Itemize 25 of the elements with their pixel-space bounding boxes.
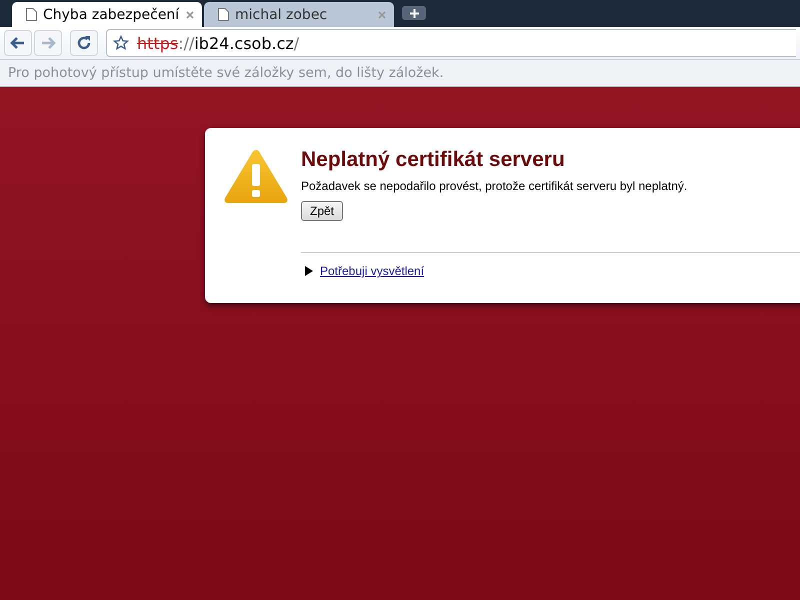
details-link[interactable]: Potřebuji vysvětlení bbox=[320, 264, 424, 278]
warning-icon bbox=[223, 148, 289, 204]
plus-icon bbox=[410, 8, 418, 18]
forward-icon bbox=[40, 36, 56, 50]
url-path: / bbox=[294, 34, 300, 52]
error-title: Neplatný certifikát serveru bbox=[301, 148, 565, 172]
address-field[interactable]: https://ib24.csob.cz/ bbox=[106, 29, 796, 57]
tab[interactable]: Chyba zabezpečení bbox=[12, 2, 202, 27]
back-button[interactable] bbox=[4, 30, 32, 56]
close-icon[interactable] bbox=[186, 10, 194, 18]
page-icon bbox=[26, 8, 37, 21]
reload-button[interactable] bbox=[70, 30, 98, 56]
new-tab-button[interactable] bbox=[402, 6, 426, 20]
disclosure-triangle-icon[interactable] bbox=[305, 266, 313, 276]
bookmarks-hint: Pro pohotový přístup umístěte své záložky sem, do lišty záložek. bbox=[8, 65, 444, 81]
url-host: ib24.csob.cz bbox=[194, 34, 294, 52]
url-separator: :// bbox=[178, 34, 194, 52]
page-icon bbox=[218, 8, 229, 21]
back-icon bbox=[10, 36, 26, 50]
back-button[interactable]: Zpět bbox=[301, 201, 344, 221]
star-icon[interactable] bbox=[113, 35, 129, 51]
reload-icon bbox=[76, 35, 92, 51]
url-scheme: https bbox=[137, 34, 178, 52]
error-message: Požadavek se nepodařilo provést, protože certifikát serveru byl neplatný. bbox=[301, 179, 688, 193]
tab[interactable]: michal zobec bbox=[204, 2, 394, 27]
